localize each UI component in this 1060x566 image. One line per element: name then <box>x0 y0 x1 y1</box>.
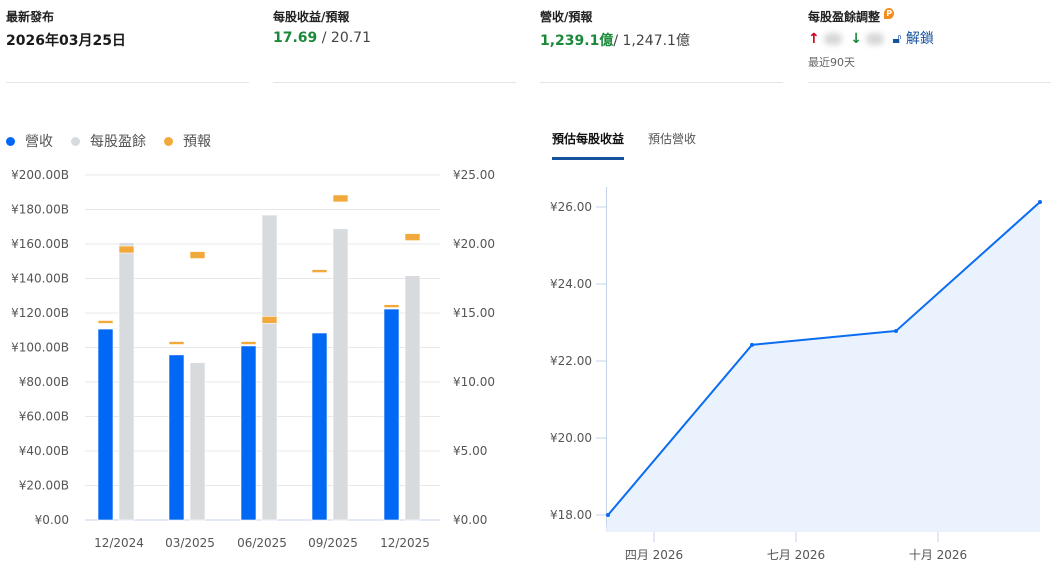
x-axis-label: 12/2025 <box>380 536 430 550</box>
left-axis-tick: ¥160.00B <box>11 237 69 251</box>
right-axis-tick: ¥10.00 <box>453 375 495 389</box>
left-axis-tick: ¥20.00B <box>19 479 69 493</box>
revenue-bar <box>98 329 113 520</box>
eps-estimate-marker <box>262 316 277 323</box>
left-axis-tick: ¥180.00B <box>11 203 69 217</box>
right-axis-tick: ¥5.00 <box>453 444 487 458</box>
revenue-bar <box>312 333 327 520</box>
left-axis-tick: ¥40.00B <box>19 444 69 458</box>
revenue-bar <box>241 346 256 520</box>
x-axis-label: 12/2024 <box>94 536 144 550</box>
revenue-bar <box>169 355 184 520</box>
left-axis-tick: ¥0.00 <box>35 513 69 527</box>
area-fill <box>606 202 1040 532</box>
y-axis-tick: ¥20.00 <box>550 431 592 445</box>
revenue-bar <box>384 309 399 520</box>
eps-estimate-marker <box>190 252 205 259</box>
y-axis-tick: ¥24.00 <box>550 277 592 291</box>
revenue-estimate-marker <box>312 270 327 273</box>
eps-bar <box>190 363 205 520</box>
left-axis-tick: ¥100.00B <box>11 341 69 355</box>
eps-estimate-marker <box>333 195 348 202</box>
right-axis-tick: ¥20.00 <box>453 237 495 251</box>
revenue-estimate-marker <box>169 342 184 345</box>
eps-bar <box>119 243 134 520</box>
left-axis-tick: ¥80.00B <box>19 375 69 389</box>
x-axis-label: 03/2025 <box>165 536 215 550</box>
eps-bar <box>405 276 420 520</box>
eps-estimate-marker <box>405 234 420 241</box>
left-axis-tick: ¥200.00B <box>11 168 69 182</box>
right-axis-tick: ¥0.00 <box>453 513 487 527</box>
revenue-estimate-marker <box>384 305 399 308</box>
left-axis-tick: ¥120.00B <box>11 306 69 320</box>
x-axis-label: 06/2025 <box>237 536 287 550</box>
eps-bar <box>333 229 348 520</box>
earnings-bar-chart: ¥0.00 ¥20.00B ¥40.00B ¥60.00B ¥80.00B ¥100.00… <box>0 0 530 566</box>
right-axis-tick: ¥25.00 <box>453 168 495 182</box>
forecast-eps-chart: ¥18.00 ¥20.00 ¥22.00 ¥24.00 ¥26.00 四月 2026 七月 … <box>530 0 1060 566</box>
left-axis-tick: ¥60.00B <box>19 410 69 424</box>
eps-bar <box>262 215 277 520</box>
right-axis-tick: ¥15.00 <box>453 306 495 320</box>
y-axis-tick: ¥22.00 <box>550 354 592 368</box>
y-axis-line <box>606 187 607 532</box>
eps-estimate-marker <box>119 246 134 253</box>
left-axis-tick: ¥140.00B <box>11 272 69 286</box>
y-axis-tick: ¥26.00 <box>550 200 592 214</box>
revenue-estimate-marker <box>241 342 256 345</box>
revenue-estimate-marker <box>98 320 113 323</box>
x-axis-label: 七月 2026 <box>767 548 825 562</box>
x-axis-label: 09/2025 <box>308 536 358 550</box>
data-point <box>750 343 754 347</box>
data-point <box>1038 200 1042 204</box>
x-axis-label: 十月 2026 <box>909 548 967 562</box>
data-point <box>606 513 610 517</box>
x-axis-label: 四月 2026 <box>625 548 683 562</box>
data-point <box>894 329 898 333</box>
y-axis-tick: ¥18.00 <box>550 508 592 522</box>
